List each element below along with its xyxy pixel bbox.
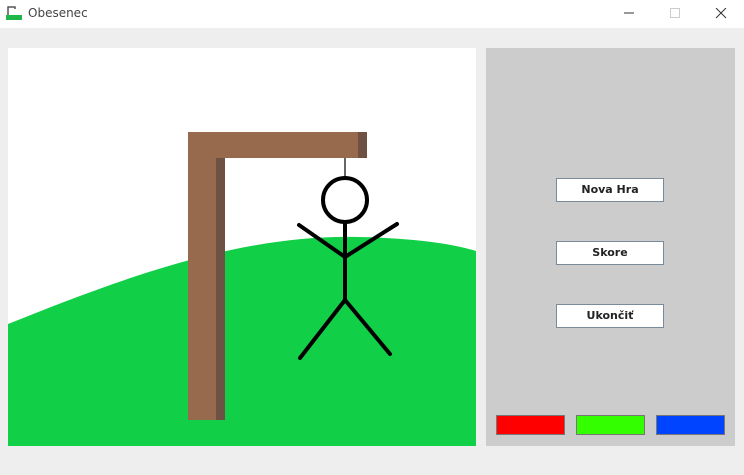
- close-button[interactable]: [698, 0, 744, 28]
- game-canvas: [8, 48, 476, 446]
- window-title: Obesenec: [28, 6, 88, 20]
- title-bar: Obesenec: [0, 0, 744, 28]
- gallows-post-shadow: [216, 158, 225, 420]
- minimize-button[interactable]: [606, 0, 652, 28]
- gallows-post: [188, 132, 216, 420]
- gallows-beam: [188, 132, 358, 158]
- quit-button[interactable]: Ukončiť: [556, 304, 664, 328]
- hangman-scene: [8, 48, 476, 446]
- gallows-beam-shadow: [358, 132, 367, 158]
- minimize-icon: [624, 12, 634, 14]
- new-game-button[interactable]: Nova Hra: [556, 178, 664, 202]
- close-icon: [715, 8, 727, 19]
- maximize-icon: [670, 8, 680, 18]
- green-color-swatch[interactable]: [576, 415, 645, 435]
- app-icon: [6, 6, 22, 20]
- red-color-swatch[interactable]: [496, 415, 565, 435]
- score-button[interactable]: Skore: [556, 241, 664, 265]
- blue-color-swatch[interactable]: [656, 415, 725, 435]
- maximize-button[interactable]: [652, 0, 698, 28]
- control-panel: Nova Hra Skore Ukončiť: [486, 48, 735, 446]
